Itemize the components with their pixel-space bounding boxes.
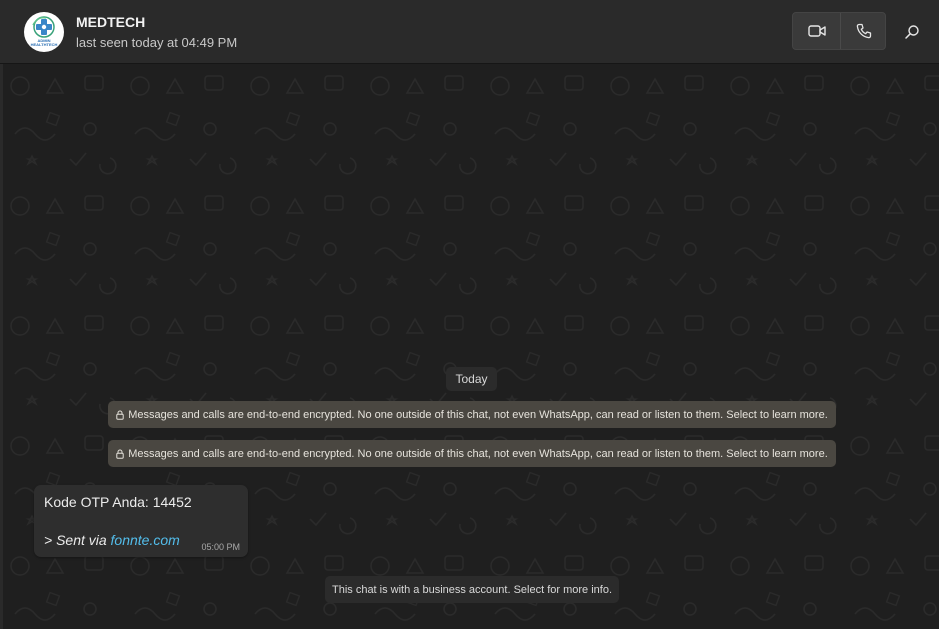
search-button[interactable] [898, 18, 926, 46]
encryption-notice[interactable]: Messages and calls are end-to-end encryp… [108, 401, 836, 428]
lock-icon [116, 410, 124, 420]
fonnte-link[interactable]: fonnte.com [111, 532, 180, 548]
message-text: Kode OTP Anda: 14452 [44, 494, 192, 510]
search-icon [905, 25, 919, 39]
video-camera-icon [807, 25, 826, 37]
encryption-notice-text: Messages and calls are end-to-end encryp… [128, 408, 828, 421]
contact-name[interactable]: MEDTECH [76, 14, 145, 30]
business-account-notice[interactable]: This chat is with a business account. Se… [325, 576, 619, 603]
encryption-notice-text: Messages and calls are end-to-end encryp… [128, 447, 828, 460]
lock-icon [116, 449, 124, 459]
call-buttons-group [792, 12, 886, 50]
message-footer: > Sent via fonnte.com [44, 532, 180, 548]
avatar[interactable]: ADMIN HEALTHTECH [24, 12, 64, 52]
window-left-edge [0, 64, 3, 629]
message-footer-prefix: > Sent via [44, 532, 111, 548]
avatar-text-line2: HEALTHTECH [30, 42, 58, 47]
video-call-button[interactable] [793, 13, 841, 49]
chat-header: ADMIN HEALTHTECH MEDTECH last seen today… [0, 0, 939, 64]
incoming-message-bubble[interactable]: Kode OTP Anda: 14452 > Sent via fonnte.c… [34, 485, 248, 557]
encryption-notice[interactable]: Messages and calls are end-to-end encryp… [108, 440, 836, 467]
last-seen-status: last seen today at 04:49 PM [76, 35, 238, 50]
date-divider: Today [446, 367, 497, 391]
voice-call-button[interactable] [840, 13, 887, 49]
message-timestamp: 05:00 PM [201, 542, 240, 552]
phone-icon [856, 23, 871, 39]
